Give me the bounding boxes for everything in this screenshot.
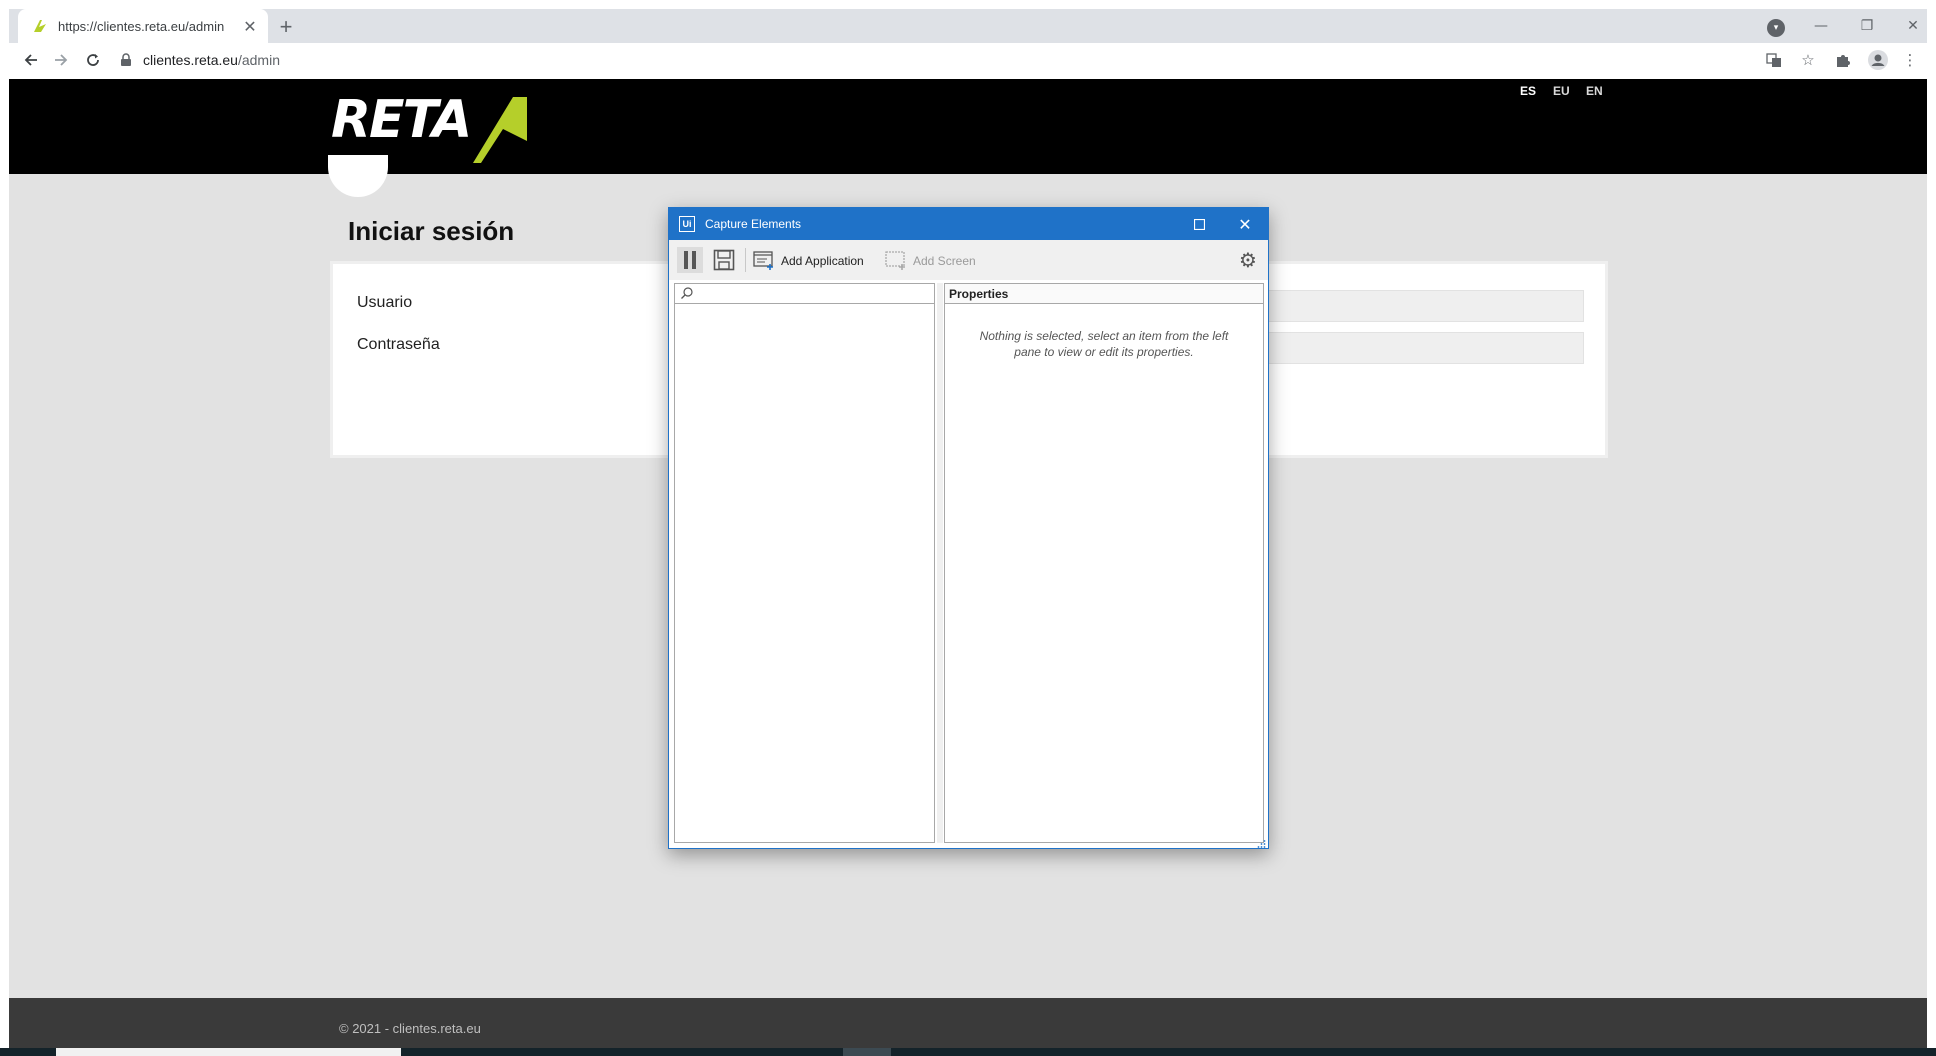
footer-copyright: © 2021 - clientes.reta.eu [339,1021,481,1036]
properties-header: Properties [945,284,1263,304]
add-application-icon [753,251,773,270]
add-screen-label: Add Screen [913,254,976,268]
site-header: RETA ES EU EN [9,79,1927,197]
close-window-button[interactable]: ✕ [1898,13,1928,39]
username-input[interactable] [1264,290,1584,322]
dialog-toolbar: Add Application Add Screen ⚙ [669,240,1268,280]
kebab-menu-icon[interactable]: ⋮ [1899,49,1921,71]
new-tab-button[interactable]: + [274,14,298,39]
password-input[interactable] [1264,332,1584,364]
url-path: /admin [237,52,280,68]
password-label: Contraseña [357,336,440,353]
os-taskbar [0,1048,1936,1056]
resize-grip-icon[interactable] [1256,840,1266,848]
pane-splitter[interactable] [937,283,943,843]
gear-icon[interactable]: ⚙ [1237,248,1259,272]
properties-pane: Properties Nothing is selected, select a… [944,283,1264,843]
floppy-disk-icon [713,249,735,271]
restore-button[interactable]: ❐ [1852,13,1882,39]
maximize-icon[interactable] [1191,216,1207,232]
svg-text:RETA: RETA [331,93,470,150]
uipath-app-icon: Ui [679,216,695,232]
star-icon[interactable]: ☆ [1797,49,1819,71]
minimize-button[interactable]: — [1806,13,1836,39]
capture-elements-dialog: Ui Capture Elements ✕ Add Application Ad… [668,207,1269,849]
lang-eu-link[interactable]: EU [1553,84,1570,98]
tree-search-input[interactable] [675,284,934,304]
taskbar-search-box[interactable] [56,1048,401,1056]
add-screen-icon [885,251,905,270]
url-host: clientes.reta.eu [143,52,238,68]
username-label: Usuario [357,294,413,311]
browser-tab-active[interactable]: https://clientes.reta.eu/admin ✕ [18,9,268,43]
puzzle-icon[interactable] [1832,49,1854,71]
lang-es-link[interactable]: ES [1520,84,1536,98]
lock-icon [121,53,131,66]
tab-title: https://clientes.reta.eu/admin [58,18,225,34]
elements-tree-pane[interactable] [674,283,935,843]
taskbar-app-button[interactable] [843,1048,891,1056]
translate-icon[interactable] [1763,49,1785,71]
pause-button[interactable] [677,247,703,273]
reload-button[interactable] [81,48,105,72]
forward-button[interactable] [49,48,73,72]
add-application-button[interactable]: Add Application [753,249,864,273]
tab-search-icon[interactable]: ▾ [1767,19,1785,37]
profile-icon[interactable] [1867,49,1889,71]
reload-icon [87,54,99,66]
login-title: Iniciar sesión [348,216,515,246]
properties-empty-message: Nothing is selected, select an item from… [979,329,1229,359]
arrow-right-icon [55,54,68,66]
lang-en-link[interactable]: EN [1586,84,1603,98]
back-button[interactable] [19,48,43,72]
save-button[interactable] [711,247,737,273]
address-bar[interactable]: clientes.reta.eu/admin [119,46,1759,74]
browser-window: https://clientes.reta.eu/admin ✕ + ▾ — ❐… [0,0,1936,1056]
toolbar-separator [745,248,746,272]
dialog-title: Capture Elements [705,217,802,231]
browser-toolbar: clientes.reta.eu/admin ☆ ⋮ [9,43,1927,77]
reta-leaf-icon [34,20,46,32]
tab-strip: https://clientes.reta.eu/admin ✕ + ▾ — ❐… [9,9,1927,43]
add-screen-button[interactable]: Add Screen [885,249,976,273]
arrow-left-icon [24,54,37,66]
properties-header-label: Properties [949,287,1009,301]
dialog-close-icon[interactable]: ✕ [1235,214,1255,234]
search-icon [681,287,693,299]
tab-close-icon[interactable]: ✕ [240,16,260,36]
reta-logo[interactable]: RETA [331,93,541,165]
add-application-label: Add Application [781,254,864,268]
dialog-titlebar[interactable]: Ui Capture Elements ✕ [669,208,1268,240]
